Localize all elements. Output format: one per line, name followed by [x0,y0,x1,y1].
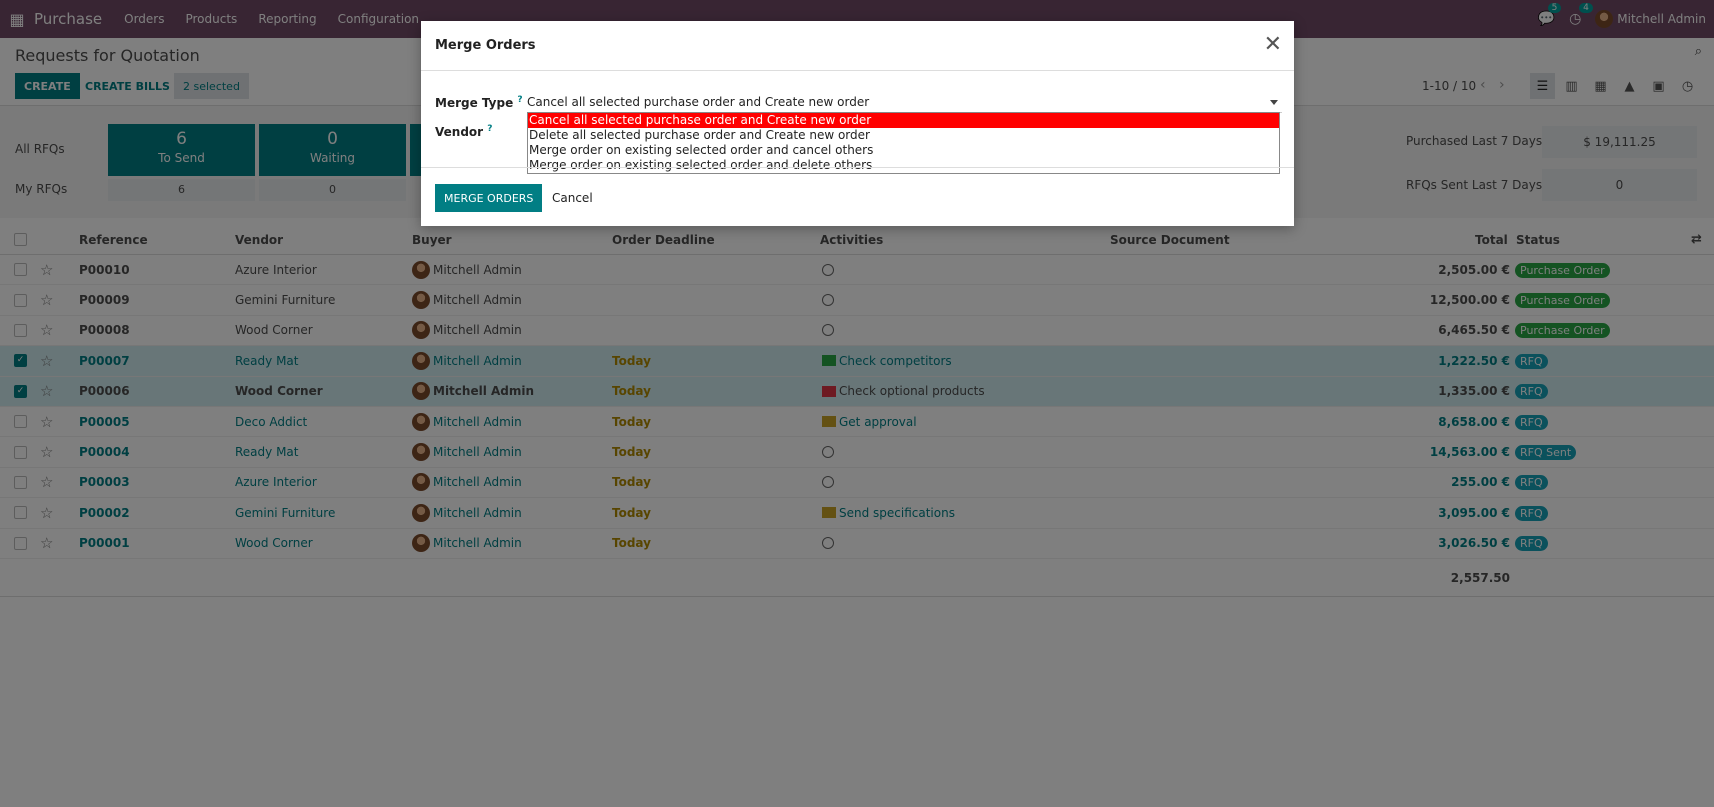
merge-orders-dialog: Merge Orders ✕ Merge Type ? Vendor ? Can… [421,21,1294,226]
option-delete-create[interactable]: Delete all selected purchase order and C… [528,128,1279,143]
chevron-down-icon [1270,100,1278,105]
merge-orders-button[interactable]: MERGE ORDERS [435,184,543,212]
help-icon[interactable]: ? [487,124,492,134]
merge-type-value: Cancel all selected purchase order and C… [527,95,870,109]
option-cancel-create[interactable]: Cancel all selected purchase order and C… [528,113,1279,128]
merge-type-select[interactable]: Cancel all selected purchase order and C… [527,95,1282,113]
help-icon[interactable]: ? [517,95,522,105]
vendor-label-text: Vendor [435,125,484,139]
vendor-label: Vendor ? [435,124,493,139]
merge-type-label: Merge Type ? [435,95,523,110]
merge-type-label-text: Merge Type [435,96,514,110]
merge-type-dropdown: Cancel all selected purchase order and C… [527,112,1280,174]
dialog-title: Merge Orders [421,21,1294,71]
close-icon[interactable]: ✕ [1264,32,1282,57]
cancel-button[interactable]: Cancel [543,184,602,212]
dialog-footer: MERGE ORDERS Cancel [421,167,1294,226]
option-merge-cancel[interactable]: Merge order on existing selected order a… [528,143,1279,158]
